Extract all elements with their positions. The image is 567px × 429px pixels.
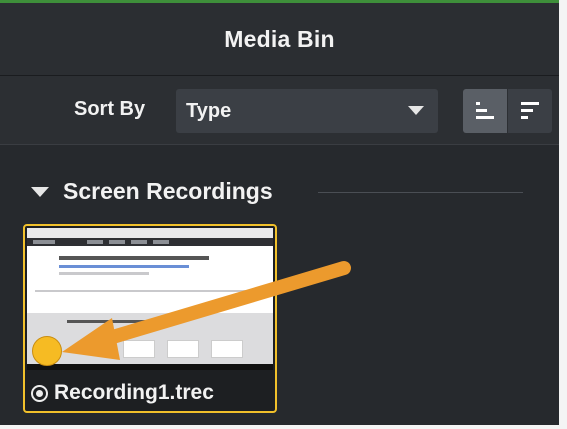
view-mode-toggle	[463, 89, 552, 133]
list-view-button[interactable]	[508, 89, 552, 133]
recording-preview-image	[27, 228, 273, 364]
cursor-highlight-icon	[32, 336, 62, 366]
media-file-name: Recording1.trec	[54, 381, 214, 404]
panel-header: Media Bin	[0, 3, 559, 76]
panel-title: Media Bin	[224, 25, 335, 52]
sort-by-label: Sort By	[74, 98, 146, 120]
collapse-caret-icon[interactable]	[31, 187, 49, 197]
sort-dropdown[interactable]: Type	[176, 89, 438, 133]
window-edge-bottom	[0, 425, 567, 429]
section-divider	[318, 192, 523, 193]
details-view-icon	[476, 102, 494, 119]
recording-icon	[31, 384, 48, 402]
taskbar-strip	[27, 364, 273, 370]
media-item-label: Recording1.trec	[31, 378, 214, 408]
section-title[interactable]: Screen Recordings	[63, 178, 273, 205]
details-view-button[interactable]	[463, 89, 507, 133]
chevron-down-icon	[408, 106, 424, 115]
sort-dropdown-value: Type	[186, 100, 232, 122]
list-view-icon	[521, 102, 539, 119]
sort-toolbar: Sort By Type	[0, 76, 559, 145]
media-bin-panel: Media Bin Sort By Type Screen Recordings…	[0, 0, 567, 429]
window-edge	[559, 0, 567, 429]
